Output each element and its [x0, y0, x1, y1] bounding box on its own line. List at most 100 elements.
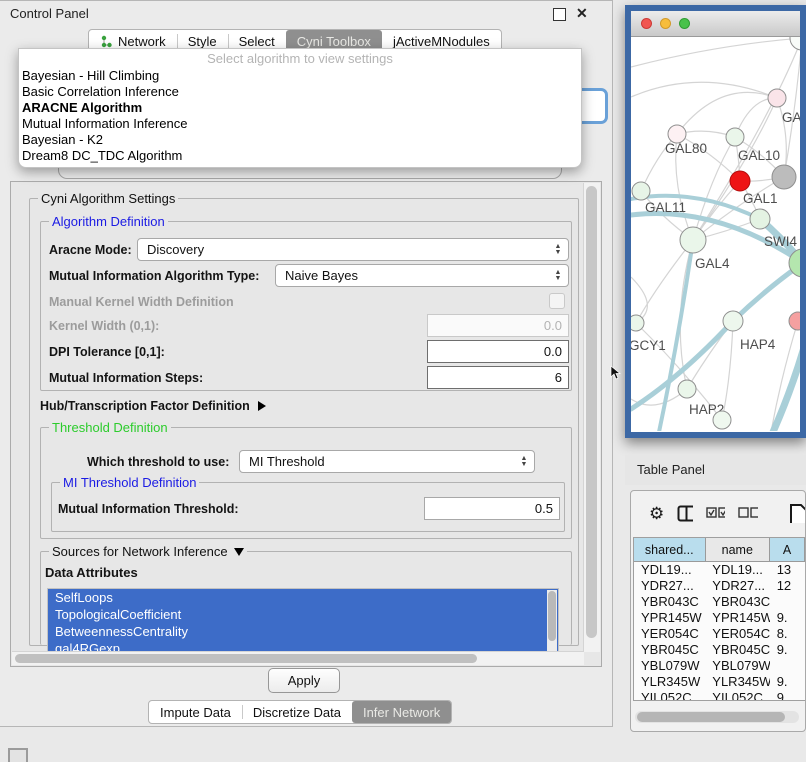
network-node[interactable]	[790, 37, 800, 50]
zoom-traffic-light-icon[interactable]	[679, 18, 690, 29]
network-node[interactable]	[750, 209, 770, 229]
sources-title: Sources for Network Inference	[52, 544, 228, 559]
network-edge-highlighted[interactable]	[659, 240, 693, 431]
network-edge-highlighted[interactable]	[773, 337, 800, 431]
table-cell: 8.	[770, 626, 805, 642]
dropdown-item[interactable]: Bayesian - K2	[19, 132, 581, 148]
network-edge[interactable]	[693, 38, 800, 240]
network-node[interactable]	[730, 171, 750, 191]
table-cell: YBR045C	[705, 642, 769, 658]
network-node[interactable]	[631, 315, 644, 331]
node-label: HAP4	[740, 337, 776, 352]
network-window-titlebar[interactable]	[631, 11, 800, 37]
mi-algorithm-type-combobox[interactable]: Naive Bayes ▲▼	[275, 264, 569, 287]
attribute-item[interactable]: TopologicalCoefficient	[48, 606, 558, 623]
mi-steps-field[interactable]: 6	[427, 366, 569, 389]
table-row[interactable]: YBL079WYBL079W	[634, 658, 805, 674]
table-row[interactable]: YIL052CYIL052C9	[634, 690, 805, 701]
network-view-window[interactable]: GALGAL80GAL10GAL1GAL11SWI4GAL4GCY1HAP4YH…	[625, 5, 806, 438]
dropdown-item[interactable]: Dream8 DC_TDC Algorithm	[19, 148, 581, 164]
network-canvas[interactable]: GALGAL80GAL10GAL1GAL11SWI4GAL4GCY1HAP4YH…	[631, 37, 800, 431]
node-label: GCY1	[631, 338, 666, 353]
table-row[interactable]: YBR045CYBR045C9.	[634, 642, 805, 658]
table-cell: YBL079W	[705, 658, 769, 674]
algorithm-dropdown-popup: Select algorithm to view settings Bayesi…	[18, 48, 582, 168]
which-threshold-combobox[interactable]: MI Threshold ▲▼	[239, 450, 535, 473]
table-cell: 9.	[770, 642, 805, 658]
table-cell: YLR345W	[705, 674, 769, 690]
table-row[interactable]: YDL19...YDL19...13	[634, 562, 805, 578]
manual-kernel-label: Manual Kernel Width Definition	[49, 295, 234, 309]
tab-discretize-data[interactable]: Discretize Data	[242, 701, 352, 723]
table-panel: ⚙ shared...nameA YDL19...YDL19...13YDR27…	[630, 490, 806, 732]
chevron-down-icon	[234, 548, 244, 556]
network-node[interactable]	[768, 89, 786, 107]
network-edge[interactable]	[631, 82, 777, 98]
network-node[interactable]	[680, 227, 706, 253]
group-title: Threshold Definition	[49, 420, 171, 435]
minimize-traffic-light-icon[interactable]	[660, 18, 671, 29]
table-row[interactable]: YBR043CYBR043C	[634, 594, 805, 610]
attribute-list-scrollbar[interactable]	[547, 590, 557, 658]
sources-expander[interactable]: Sources for Network Inference	[49, 544, 247, 559]
tab-infer-network[interactable]: Infer Network	[352, 701, 451, 723]
network-edge-highlighted[interactable]	[733, 263, 800, 321]
manual-kernel-checkbox[interactable]	[549, 293, 565, 309]
columns-icon[interactable]	[677, 505, 692, 522]
group-title: Algorithm Definition	[49, 214, 168, 229]
settings-horizontal-scrollbar[interactable]	[12, 651, 584, 665]
gear-icon[interactable]: ⚙	[649, 505, 664, 522]
dpi-tolerance-field[interactable]: 0.0	[427, 340, 569, 363]
network-edge[interactable]	[631, 38, 800, 67]
network-node[interactable]	[772, 165, 796, 189]
table-cell: YBR045C	[634, 642, 705, 658]
tab-label: Impute Data	[160, 705, 231, 720]
table-row[interactable]: YDR27...YDR27...12	[634, 578, 805, 594]
attribute-item[interactable]: SelfLoops	[48, 589, 558, 606]
table-cell	[770, 658, 805, 674]
column-header-name[interactable]: name	[706, 538, 771, 561]
close-icon[interactable]: ✕	[576, 5, 588, 22]
network-node[interactable]	[713, 411, 731, 429]
tab-impute-data[interactable]: Impute Data	[149, 701, 242, 723]
table-row[interactable]: YPR145WYPR145W9.	[634, 610, 805, 626]
table-row[interactable]: YER054CYER054C8.	[634, 626, 805, 642]
network-node[interactable]	[632, 182, 650, 200]
scrollbar-thumb[interactable]	[15, 654, 477, 663]
table-row[interactable]: YLR345WYLR345W9.	[634, 674, 805, 690]
scrollbar-thumb[interactable]	[637, 712, 785, 722]
dropdown-item[interactable]: Basic Correlation Inference	[19, 84, 581, 100]
close-traffic-light-icon[interactable]	[641, 18, 652, 29]
apply-button[interactable]: Apply	[268, 668, 340, 693]
network-node[interactable]	[789, 312, 800, 330]
deselect-all-icon[interactable]	[738, 507, 758, 519]
table-cell: YIL052C	[705, 690, 769, 701]
tab-label: Select	[239, 34, 275, 49]
panel-corner-icon[interactable]	[8, 748, 28, 762]
stepper-icon: ▲▼	[551, 244, 568, 255]
table-cell: 13	[770, 562, 805, 578]
select-all-checks-icon[interactable]	[706, 507, 726, 519]
mi-steps-label: Mutual Information Steps:	[49, 371, 203, 385]
column-header-a[interactable]: A	[770, 538, 805, 561]
network-node[interactable]	[726, 128, 744, 146]
hub-definition-expander[interactable]: Hub/Transcription Factor Definition	[40, 399, 266, 413]
attribute-item[interactable]: BetweennessCentrality	[48, 623, 558, 640]
network-node[interactable]	[723, 311, 743, 331]
column-header-shared[interactable]: shared...	[634, 538, 706, 561]
dropdown-item[interactable]: Bayesian - Hill Climbing	[19, 68, 581, 84]
dropdown-placeholder: Select algorithm to view settings	[19, 49, 581, 68]
mi-threshold-field[interactable]: 0.5	[424, 497, 560, 520]
table-cell: YBR043C	[705, 594, 769, 610]
scrollbar-thumb[interactable]	[586, 186, 597, 638]
float-window-icon[interactable]	[553, 8, 566, 21]
network-node[interactable]	[678, 380, 696, 398]
dropdown-item-selected[interactable]: ARACNE Algorithm	[19, 100, 581, 116]
settings-vertical-scrollbar[interactable]	[583, 183, 600, 652]
kernel-width-field[interactable]: 0.0	[427, 314, 569, 337]
table-horizontal-scrollbar[interactable]	[635, 711, 799, 723]
aracne-mode-combobox[interactable]: Discovery ▲▼	[137, 238, 569, 261]
table-cell: YBR043C	[634, 594, 705, 610]
document-icon[interactable]	[789, 503, 805, 523]
dropdown-item[interactable]: Mutual Information Inference	[19, 116, 581, 132]
